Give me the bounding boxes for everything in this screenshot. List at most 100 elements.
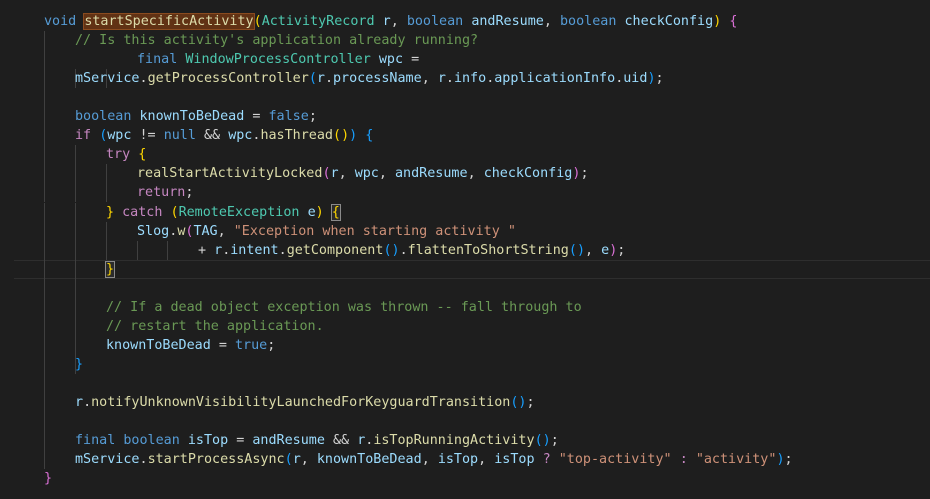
code-line[interactable]: + r.intent.getComponent().flattenToShort… bbox=[0, 240, 930, 260]
code-token: , bbox=[543, 14, 560, 29]
code-token: boolean bbox=[75, 109, 132, 125]
code-line[interactable]: final WindowProcessController wpc = bbox=[0, 50, 930, 70]
indent-guide bbox=[75, 259, 76, 279]
code-content: mService.getProcessController(r.processN… bbox=[75, 69, 664, 88]
code-token: : bbox=[679, 452, 688, 468]
code-token: TAG bbox=[193, 223, 218, 239]
code-token: getProcessController bbox=[147, 71, 309, 87]
code-line[interactable]: } bbox=[0, 259, 930, 279]
code-token: true bbox=[235, 337, 268, 353]
code-content: return; bbox=[137, 183, 193, 202]
code-content: // Is this activity's application alread… bbox=[75, 31, 478, 50]
code-line[interactable]: r.notifyUnknownVisibilityLaunchedForKeyg… bbox=[0, 393, 930, 412]
code-token: ) bbox=[315, 204, 324, 220]
code-line[interactable]: // If a dead object exception was thrown… bbox=[0, 297, 930, 317]
indent-guide bbox=[44, 202, 45, 222]
code-token: r bbox=[330, 166, 339, 182]
code-line[interactable]: void startSpecificActivity(ActivityRecor… bbox=[0, 12, 930, 31]
code-token: . bbox=[324, 71, 333, 87]
code-token: applicationInfo bbox=[494, 71, 616, 87]
code-token: intent bbox=[230, 242, 279, 258]
indent-guide bbox=[44, 450, 45, 470]
code-line[interactable]: // Is this activity's application alread… bbox=[0, 31, 930, 51]
code-token: + bbox=[198, 242, 215, 258]
indent-guide bbox=[75, 316, 76, 336]
code-token: wpc bbox=[354, 166, 379, 182]
code-token: "activity" bbox=[695, 452, 777, 468]
code-line[interactable] bbox=[0, 88, 930, 108]
code-line[interactable] bbox=[0, 373, 930, 393]
code-token: hasThread bbox=[260, 128, 333, 144]
code-token: ; bbox=[308, 109, 317, 125]
code-token: ) bbox=[776, 452, 785, 468]
code-line[interactable]: Slog.w(TAG, "Exception when starting act… bbox=[0, 221, 930, 241]
code-token: "Exception when starting activity " bbox=[233, 223, 516, 239]
code-token: boolean bbox=[560, 14, 617, 29]
code-line[interactable]: } catch (RemoteException e) { bbox=[0, 202, 930, 222]
code-token: checkConfig bbox=[483, 166, 573, 182]
code-editor[interactable]: void startSpecificActivity(ActivityRecor… bbox=[0, 0, 930, 499]
code-token: null bbox=[163, 128, 196, 144]
indent-guide bbox=[106, 221, 107, 241]
code-token: return bbox=[137, 185, 186, 201]
code-line[interactable]: knownToBeDead = true; bbox=[0, 335, 930, 355]
code-line[interactable]: boolean knownToBeDead = false; bbox=[0, 107, 930, 127]
code-token: ( bbox=[284, 452, 293, 468]
current-line-highlight bbox=[14, 259, 930, 279]
code-token: ; bbox=[617, 242, 626, 258]
code-token: uid bbox=[623, 71, 648, 87]
code-token: } bbox=[44, 471, 53, 487]
indent-guide bbox=[44, 88, 45, 108]
code-content: mService.startProcessAsync(r, knownToBeD… bbox=[75, 450, 793, 469]
code-token: . bbox=[445, 71, 454, 87]
code-token: ( bbox=[322, 166, 331, 182]
code-token: , bbox=[421, 452, 438, 468]
code-token: ; bbox=[655, 71, 664, 87]
code-line[interactable]: // restart the application. bbox=[0, 316, 930, 336]
code-token: mService bbox=[75, 452, 140, 468]
code-content: } bbox=[44, 469, 52, 488]
code-line[interactable]: return; bbox=[0, 183, 930, 203]
indent-guide bbox=[75, 278, 76, 298]
code-line[interactable]: final boolean isTop = andResume && r.isT… bbox=[0, 431, 930, 451]
code-line[interactable]: try { bbox=[0, 145, 930, 165]
indent-guide bbox=[44, 259, 45, 279]
code-token: boolean bbox=[123, 433, 180, 449]
code-line[interactable]: if (wpc != null && wpc.hasThread()) { bbox=[0, 126, 930, 146]
code-line[interactable]: } bbox=[0, 469, 930, 488]
code-token: r bbox=[214, 242, 223, 258]
indent-guide bbox=[44, 240, 45, 260]
code-token: getComponent bbox=[286, 242, 384, 258]
code-token: ActivityRecord bbox=[261, 14, 375, 29]
indent-guide bbox=[44, 373, 45, 393]
code-line[interactable] bbox=[0, 278, 930, 298]
code-line[interactable]: mService.startProcessAsync(r, knownToBeD… bbox=[0, 450, 930, 470]
indent-guide bbox=[44, 354, 45, 374]
code-line[interactable]: mService.getProcessController(r.processN… bbox=[0, 69, 930, 89]
code-content: Slog.w(TAG, "Exception when starting act… bbox=[137, 222, 516, 241]
indent-guide bbox=[44, 183, 45, 203]
indent-guide bbox=[75, 202, 76, 222]
code-line[interactable] bbox=[0, 412, 930, 432]
indent-guide bbox=[106, 240, 107, 260]
code-token: isTop bbox=[494, 452, 535, 468]
code-line[interactable]: realStartActivityLocked(r, wpc, andResum… bbox=[0, 164, 930, 184]
code-token: ; bbox=[580, 166, 589, 182]
code-token: try bbox=[106, 147, 131, 163]
code-token: { bbox=[138, 147, 147, 163]
code-token: startProcessAsync bbox=[147, 452, 285, 468]
code-token: . bbox=[278, 242, 287, 258]
code-token: // If a dead object exception was thrown… bbox=[106, 299, 582, 315]
code-token: void bbox=[44, 14, 77, 29]
code-line[interactable]: } bbox=[0, 354, 930, 374]
code-token: ) bbox=[341, 128, 350, 144]
code-token: final bbox=[137, 52, 178, 68]
code-token: knownToBeDead bbox=[316, 452, 422, 468]
code-token: final bbox=[75, 433, 116, 449]
code-token: knownToBeDead bbox=[139, 109, 245, 125]
code-token: isTop bbox=[187, 433, 229, 449]
